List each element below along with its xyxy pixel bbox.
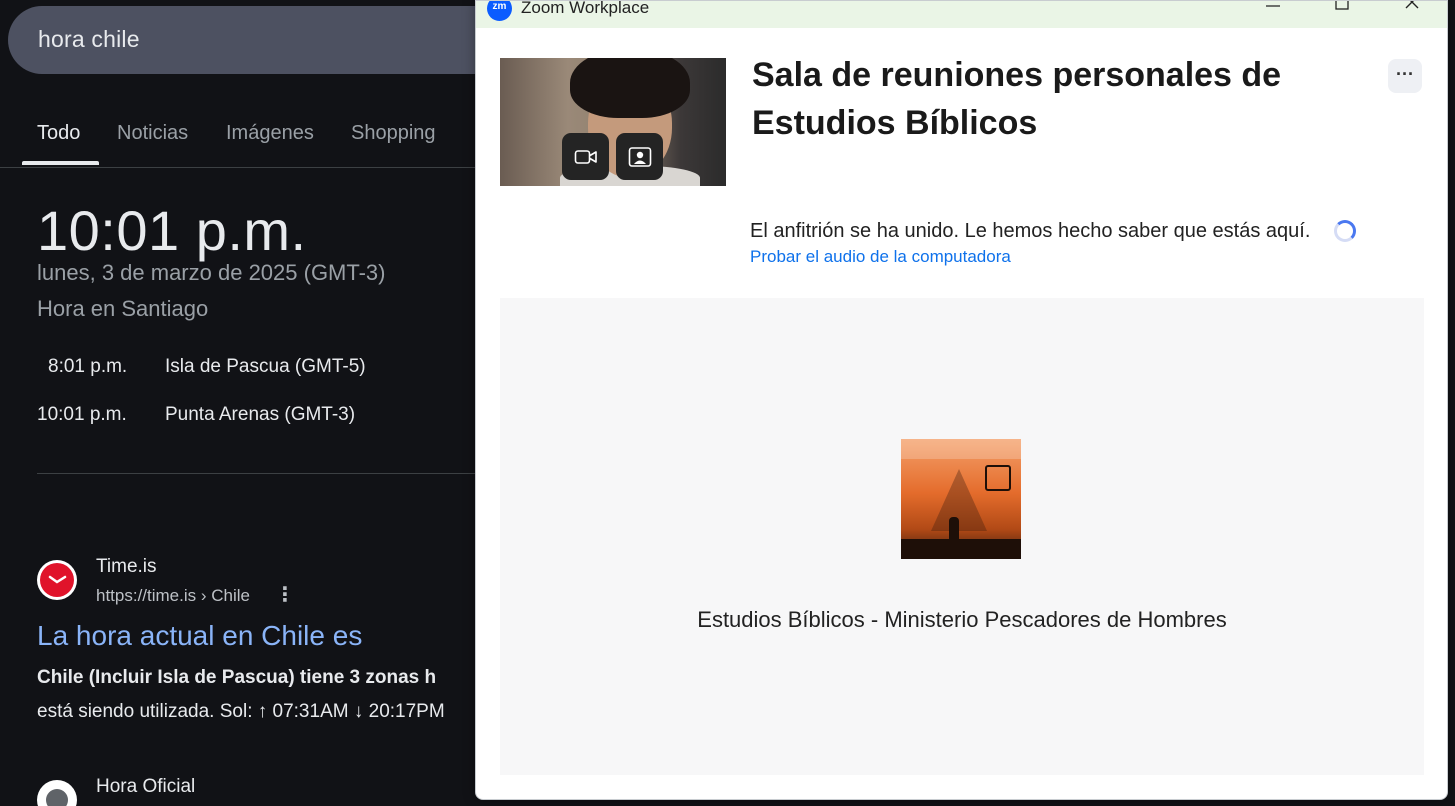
more-icon[interactable]: ···: [1388, 59, 1422, 93]
waiting-status-text: El anfitrión se ha unido. Le hemos hecho…: [750, 220, 1311, 242]
ministry-logo-icon: [985, 465, 1011, 491]
current-time: 10:01 p.m.: [37, 199, 307, 262]
window-title: Zoom Workplace: [521, 0, 650, 17]
title-bar[interactable]: zm Zoom Workplace: [476, 0, 1447, 28]
timeis-favicon-icon[interactable]: [37, 560, 77, 600]
search-tabs: Todo Noticias Imágenes Shopping: [0, 110, 476, 168]
test-audio-link[interactable]: Probar el audio de la computadora: [750, 247, 1011, 267]
video-settings-icon[interactable]: [616, 133, 663, 180]
minimize-button[interactable]: [1253, 1, 1293, 21]
meeting-info-panel: Estudios Bíblicos - Ministerio Pescadore…: [500, 298, 1424, 775]
meeting-name: Estudios Bíblicos - Ministerio Pescadore…: [697, 607, 1227, 632]
close-button[interactable]: [1392, 1, 1432, 21]
active-tab-indicator: [22, 161, 99, 165]
maximize-button[interactable]: [1322, 1, 1362, 21]
zoom-window: zm Zoom Workplace Sala de reuniones pers…: [475, 0, 1448, 800]
globe-icon[interactable]: [37, 780, 77, 806]
zoom-logo-icon: zm: [487, 1, 512, 21]
kebab-menu-icon[interactable]: ⋮: [275, 585, 295, 605]
result-site-name[interactable]: Time.is: [96, 556, 157, 578]
result-snippet: está siendo utilizada. Sol: ↑ 07:31AM ↓ …: [37, 701, 445, 722]
result-site-name[interactable]: Hora Oficial: [96, 776, 195, 798]
meeting-room-title: Sala de reuniones personales de Estudios…: [752, 56, 1282, 142]
zone-time: 8:01 p.m.: [48, 356, 128, 377]
result-snippet: Chile (Incluir Isla de Pascua) tiene 3 z…: [37, 667, 437, 688]
current-date: lunes, 3 de marzo de 2025 (GMT-3): [37, 260, 386, 285]
tab-imagenes[interactable]: Imágenes: [226, 122, 314, 145]
loading-spinner-icon: [1334, 220, 1356, 242]
zone-name: Punta Arenas (GMT-3): [165, 404, 356, 425]
self-video-preview: [500, 58, 726, 186]
zone-time: 10:01 p.m.: [37, 404, 127, 425]
video-camera-icon[interactable]: [562, 133, 609, 180]
tab-todo[interactable]: Todo: [37, 122, 80, 145]
result-title-link[interactable]: La hora actual en Chile es: [37, 620, 362, 652]
zone-name: Isla de Pascua (GMT-5): [165, 356, 366, 377]
tab-noticias[interactable]: Noticias: [117, 122, 188, 145]
tab-shopping[interactable]: Shopping: [351, 122, 436, 145]
divider: [37, 473, 477, 474]
search-input[interactable]: hora chile: [38, 26, 140, 53]
meeting-thumbnail-image: [901, 439, 1021, 559]
result-url[interactable]: https://time.is › Chile: [96, 586, 250, 606]
time-location: Hora en Santiago: [37, 296, 209, 321]
